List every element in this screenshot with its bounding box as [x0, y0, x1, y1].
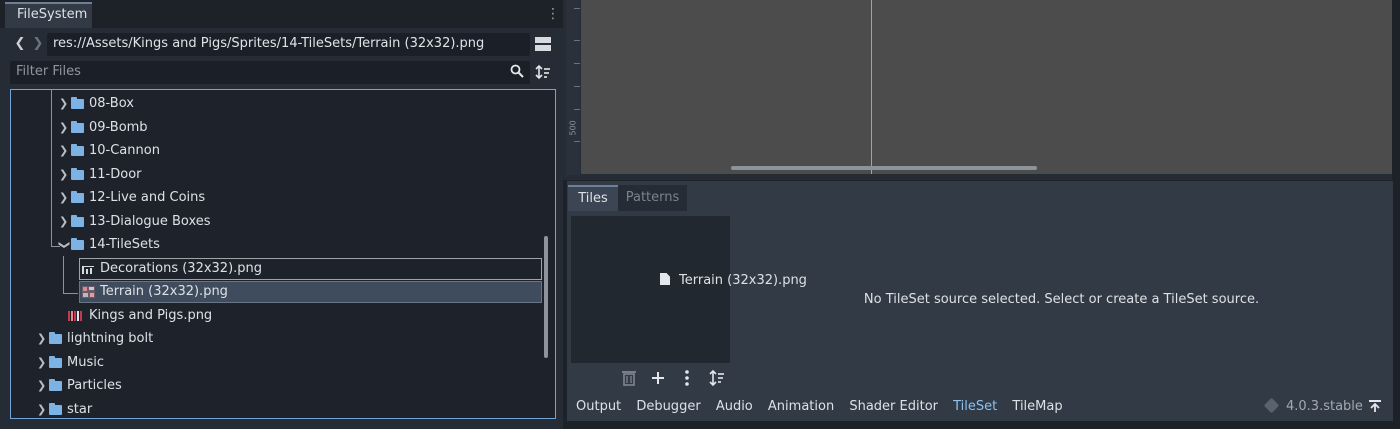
chevron-right-icon[interactable]: ❯	[59, 211, 69, 233]
tree-guide-line	[63, 256, 64, 294]
chevron-right-icon[interactable]: ❯	[59, 187, 69, 209]
tileset-source-item[interactable]: Terrain (32x32).png	[660, 271, 807, 291]
sort-icon[interactable]	[708, 368, 726, 388]
editor-viewport[interactable]	[581, 0, 1392, 174]
tab-shader-editor[interactable]: Shader Editor	[849, 396, 938, 418]
tab-debugger[interactable]: Debugger	[636, 396, 700, 418]
tree-file-terrain[interactable]: Terrain (32x32).png	[79, 281, 542, 303]
terrain-texture-icon	[82, 286, 95, 298]
folder-icon	[71, 144, 84, 156]
forward-icon[interactable]: ❯	[31, 34, 45, 54]
folder-icon	[49, 356, 62, 368]
no-source-message: No TileSet source selected. Select or cr…	[863, 292, 1260, 307]
version-text: 4.0.3.stable	[1286, 399, 1363, 414]
folder-label: star	[67, 402, 93, 417]
tab-filesystem[interactable]: FileSystem	[5, 2, 92, 28]
chevron-right-icon[interactable]: ❯	[37, 375, 47, 397]
chevron-right-icon[interactable]: ❯	[59, 93, 69, 115]
ruler-tick	[574, 86, 580, 87]
chevron-right-icon[interactable]: ❯	[59, 164, 69, 186]
tree-scrollbar[interactable]	[544, 236, 548, 358]
ruler-tick	[574, 40, 580, 41]
tab-output[interactable]: Output	[576, 396, 621, 418]
folder-icon	[71, 238, 84, 250]
filter-files-input[interactable]: Filter Files	[10, 61, 530, 84]
folder-label: 11-Door	[89, 167, 142, 182]
folder-label: 14-TileSets	[89, 237, 160, 252]
folder-label: 12-Live and Coins	[89, 190, 206, 205]
more-options-icon[interactable]	[678, 368, 696, 388]
ruler-tick	[574, 141, 580, 142]
chevron-right-icon[interactable]: ❯	[37, 352, 47, 374]
ruler-tick	[574, 109, 580, 110]
chevron-right-icon[interactable]: ❯	[59, 140, 69, 162]
folder-icon	[71, 191, 84, 203]
version-label: 4.0.3.stable	[1263, 396, 1363, 418]
tab-audio[interactable]: Audio	[716, 396, 753, 418]
chevron-right-icon[interactable]: ❯	[59, 117, 69, 139]
tab-tileset[interactable]: TileSet	[953, 396, 997, 418]
spritesheet-icon	[68, 311, 82, 321]
ruler-tick	[574, 63, 580, 64]
folder-label: 13-Dialogue Boxes	[89, 214, 211, 229]
tileset-tab-bar: Tiles Patterns	[568, 185, 693, 211]
viewport-edge	[1392, 0, 1400, 180]
folder-label: Music	[67, 355, 104, 370]
folder-label: 09-Bomb	[89, 120, 148, 135]
folder-label: Particles	[67, 378, 122, 393]
bottom-panel-tabs: Output Debugger Audio Animation Shader E…	[576, 396, 1074, 418]
tilemap-texture-icon	[82, 266, 94, 274]
delete-icon[interactable]	[620, 368, 638, 388]
sort-icon[interactable]	[535, 64, 551, 80]
tree-file-decorations[interactable]: Decorations (32x32).png	[79, 258, 542, 280]
file-icon	[660, 273, 670, 285]
dock-menu-icon[interactable]: ⋮	[546, 6, 560, 22]
filesystem-dock: FileSystem ⋮ ❮ ❯ res://Assets/Kings and …	[0, 0, 563, 429]
y-axis-line	[871, 0, 872, 174]
ruler-tick	[574, 8, 580, 9]
viewport-horizontal-scrollbar[interactable]	[731, 166, 1037, 170]
back-icon[interactable]: ❮	[13, 34, 27, 54]
dock-tab-bar: FileSystem ⋮	[0, 0, 563, 28]
folder-label: lightning bolt	[67, 331, 154, 346]
folder-icon	[49, 332, 62, 344]
chevron-right-icon[interactable]: ❯	[37, 399, 47, 418]
folder-icon	[71, 97, 84, 109]
folder-icon	[71, 168, 84, 180]
path-field[interactable]: res://Assets/Kings and Pigs/Sprites/14-T…	[47, 33, 530, 56]
file-label: Terrain (32x32).png	[100, 284, 228, 299]
folder-label: 08-Box	[89, 96, 134, 111]
tree-guide-line	[51, 90, 52, 247]
expand-panel-icon[interactable]	[1368, 399, 1382, 413]
source-item-label: Terrain (32x32).png	[679, 273, 807, 288]
tab-tilemap[interactable]: TileMap	[1012, 396, 1062, 418]
tab-tiles[interactable]: Tiles	[568, 185, 618, 211]
tree-guide-line	[63, 293, 78, 294]
folder-icon	[71, 215, 84, 227]
chevron-right-icon[interactable]: ❯	[37, 328, 47, 350]
tab-animation[interactable]: Animation	[768, 396, 834, 418]
folder-icon	[49, 403, 62, 415]
folder-icon	[49, 379, 62, 391]
vertical-ruler	[566, 0, 580, 175]
add-icon[interactable]	[649, 368, 667, 388]
tab-patterns[interactable]: Patterns	[618, 185, 687, 211]
search-icon	[510, 64, 524, 78]
file-label: Decorations (32x32).png	[100, 261, 263, 276]
split-mode-icon[interactable]	[535, 36, 551, 52]
folder-icon	[71, 121, 84, 133]
folder-label: 10-Cannon	[89, 143, 160, 158]
godot-update-icon	[1263, 397, 1280, 414]
ruler-label: 500	[568, 120, 578, 136]
file-label: Kings and Pigs.png	[89, 308, 213, 323]
file-tree[interactable]: ❯ 08-Box ❯ 09-Bomb ❯ 10-Cannon ❯ 11-Door…	[10, 89, 556, 419]
